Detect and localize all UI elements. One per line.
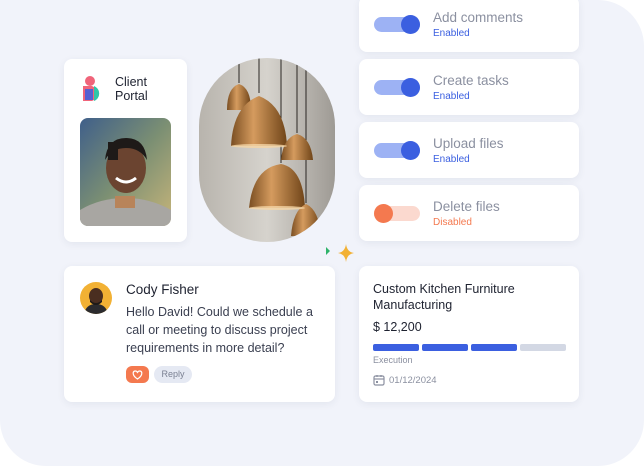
- delete-files-toggle[interactable]: [374, 204, 420, 223]
- permission-label: Create tasks: [433, 73, 509, 88]
- permission-label: Add comments: [433, 10, 524, 25]
- permission-add-comments: Add comments Enabled: [359, 0, 579, 52]
- project-stage: Execution: [373, 355, 413, 365]
- project-amount: $ 12,200: [373, 320, 422, 334]
- project-title: Custom Kitchen Furniture Manufacturing: [373, 282, 515, 312]
- client-portrait-photo: [80, 118, 171, 226]
- permission-label: Upload files: [433, 136, 504, 151]
- reply-button[interactable]: Reply: [154, 366, 192, 383]
- progress-segment: [373, 344, 419, 351]
- permission-label: Delete files: [433, 199, 500, 214]
- create-tasks-toggle[interactable]: [374, 78, 420, 97]
- calendar-icon: [373, 375, 385, 386]
- permission-status: Enabled: [433, 91, 470, 102]
- client-portal-title: Client Portal: [115, 75, 148, 103]
- sparkle-icon: [326, 244, 354, 262]
- message-sender-name: Cody Fisher: [126, 282, 199, 297]
- project-card[interactable]: Custom Kitchen Furniture Manufacturing $…: [359, 266, 579, 402]
- progress-segment: [520, 344, 566, 351]
- project-date: 01/12/2024: [389, 375, 437, 386]
- project-progress-bar: [373, 344, 566, 351]
- permission-create-tasks: Create tasks Enabled: [359, 59, 579, 115]
- client-portal-card[interactable]: Client Portal: [64, 59, 187, 242]
- progress-segment: [471, 344, 517, 351]
- client-portal-logo-icon: [83, 76, 100, 101]
- pendant-lamps-photo: [199, 58, 335, 242]
- permission-upload-files: Upload files Enabled: [359, 122, 579, 178]
- message-text: Hello David! Could we schedule a call or…: [126, 305, 313, 355]
- permission-status: Enabled: [433, 28, 470, 39]
- avatar[interactable]: [80, 282, 112, 314]
- upload-files-toggle[interactable]: [374, 141, 420, 160]
- like-button[interactable]: [126, 366, 149, 383]
- message-card: Cody Fisher Hello David! Could we schedu…: [64, 266, 335, 402]
- permission-status: Disabled: [433, 217, 472, 228]
- progress-segment: [422, 344, 468, 351]
- heart-icon: [132, 370, 143, 380]
- permission-status: Enabled: [433, 154, 470, 165]
- permission-delete-files: Delete files Disabled: [359, 185, 579, 241]
- add-comments-toggle[interactable]: [374, 15, 420, 34]
